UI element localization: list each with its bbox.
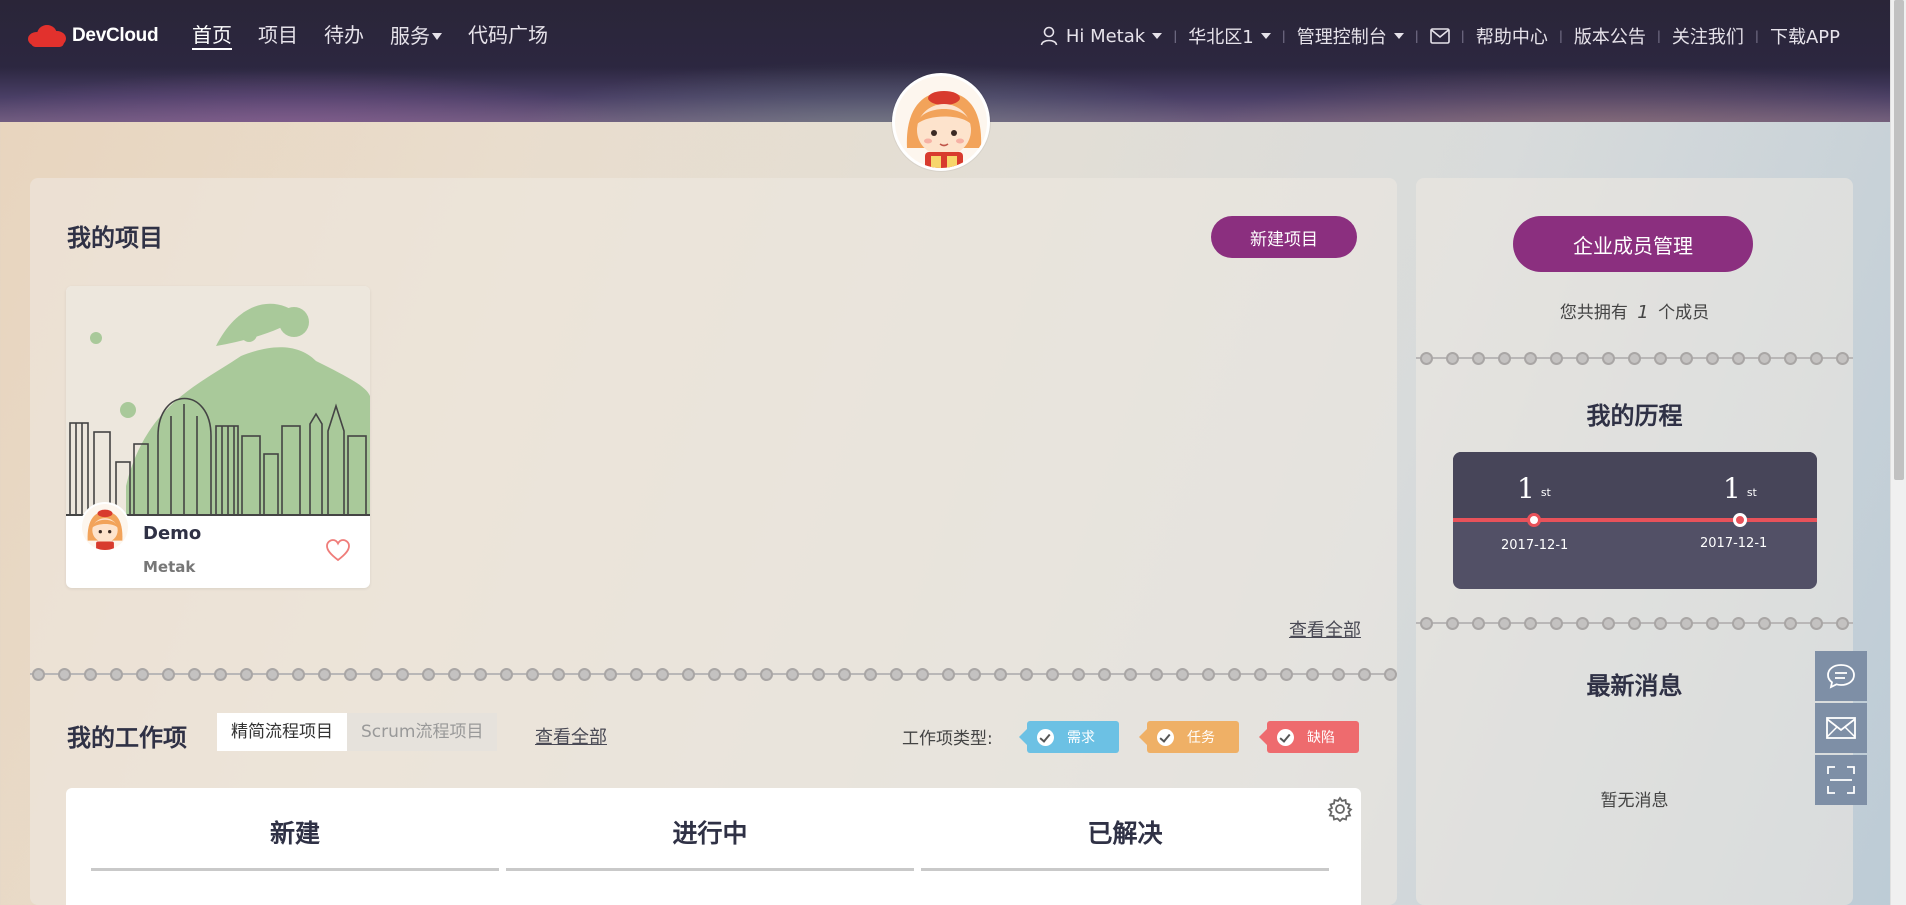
work-item-board: 新建 进行中 已解决: [66, 788, 1361, 905]
type-filter-label: 需求: [1067, 730, 1095, 746]
user-icon: [1040, 26, 1058, 46]
project-name[interactable]: Demo: [143, 523, 201, 544]
brand-name: DevCloud: [72, 25, 159, 46]
my-work-items-title: 我的工作项: [67, 724, 187, 752]
cartoon-girl-avatar-icon: [895, 76, 987, 168]
type-filter-task[interactable]: 任务: [1139, 721, 1239, 753]
chevron-down-icon: [1393, 33, 1404, 39]
mail-icon: [1826, 717, 1856, 739]
region-label: 华北区1: [1188, 27, 1254, 48]
feedback-mail-button[interactable]: [1815, 703, 1867, 753]
city-skyline-illustration-icon: [66, 286, 370, 516]
heart-icon[interactable]: [324, 536, 352, 564]
tab-simple-process[interactable]: 精简流程项目: [217, 713, 347, 751]
region-selector[interactable]: 华北区1: [1188, 23, 1271, 49]
type-filter-requirement[interactable]: 需求: [1019, 721, 1119, 753]
help-center-link[interactable]: 帮助中心: [1476, 23, 1548, 49]
chevron-down-icon: [1260, 33, 1271, 39]
project-avatar: [80, 502, 130, 552]
column-resolved: 已解决: [1087, 819, 1163, 848]
member-count-text: 您共拥有 1 个成员: [1559, 302, 1710, 323]
timeline-node[interactable]: [1527, 513, 1541, 527]
main-nav: 首页 项目 待办 服务 代码广场: [192, 22, 574, 50]
history-date: 2017-12-1: [1700, 536, 1768, 551]
user-nav: Hi Metak | 华北区1 | 管理控制台 | | 帮助中心 | 版本公告 …: [1040, 22, 1840, 50]
cloud-logo-icon: [28, 23, 66, 49]
nav-home[interactable]: 首页: [192, 22, 232, 50]
project-owner: Metak: [143, 558, 196, 576]
history-milestone: 1st: [1517, 472, 1551, 505]
no-messages-text: 暂无消息: [1600, 791, 1669, 811]
view-all-projects-link[interactable]: 查看全部: [1289, 616, 1361, 642]
nav-services-label: 服务: [390, 24, 430, 48]
scan-icon: [1827, 766, 1855, 794]
tab-scrum-process[interactable]: Scrum流程项目: [347, 713, 498, 751]
user-greeting: Hi Metak: [1065, 25, 1146, 47]
work-item-type-label: 工作项类型:: [902, 729, 993, 749]
my-projects-title: 我的项目: [67, 224, 163, 252]
view-all-workitems-link[interactable]: 查看全部: [535, 723, 607, 749]
my-history-title: 我的历程: [1586, 402, 1683, 430]
chat-button[interactable]: [1815, 651, 1867, 701]
history-timeline: 1st 2017-12-1 1st 2017-12-1: [1453, 452, 1817, 589]
download-app-link[interactable]: 下载APP: [1770, 23, 1840, 49]
devcloud-logo[interactable]: DevCloud: [28, 20, 159, 52]
divider: [1416, 615, 1853, 631]
history-date: 2017-12-1: [1501, 538, 1569, 553]
latest-messages-title: 最新消息: [1586, 672, 1683, 700]
chevron-down-icon: [1152, 33, 1163, 39]
scan-qr-button[interactable]: [1815, 755, 1867, 805]
timeline-node[interactable]: [1733, 513, 1747, 527]
chat-bubble-icon: [1827, 664, 1855, 689]
history-milestone: 1st: [1723, 472, 1757, 505]
divider: [1416, 350, 1853, 366]
type-filter-label: 缺陷: [1307, 730, 1335, 746]
nav-code-square[interactable]: 代码广场: [468, 22, 548, 50]
dashboard-main-panel: 我的项目 新建项目 Demo Metak 查看全部 我的工作项 精简流程项目 S…: [30, 178, 1397, 905]
mail-button[interactable]: [1429, 28, 1450, 44]
check-icon: [1277, 729, 1294, 746]
nav-todo[interactable]: 待办: [324, 22, 364, 50]
new-project-button[interactable]: 新建项目: [1211, 216, 1357, 258]
type-filter-label: 任务: [1187, 730, 1215, 746]
dashboard-side-panel: 企业成员管理 您共拥有 1 个成员 我的历程 1st 2017-12-1 1st…: [1416, 178, 1853, 905]
cartoon-girl-avatar-icon: [82, 504, 128, 550]
user-avatar[interactable]: [892, 73, 990, 171]
console-menu[interactable]: 管理控制台: [1297, 23, 1404, 49]
column-new: 新建: [269, 819, 320, 848]
scrollbar-thumb[interactable]: [1894, 0, 1904, 480]
user-menu[interactable]: Hi Metak: [1040, 25, 1163, 47]
chevron-down-icon: [432, 32, 442, 40]
nav-projects[interactable]: 项目: [258, 22, 298, 50]
check-icon: [1157, 729, 1174, 746]
nav-services[interactable]: 服务: [390, 22, 442, 50]
project-cover-image: [66, 286, 370, 516]
page-scrollbar[interactable]: [1890, 0, 1906, 905]
mail-icon: [1429, 28, 1450, 44]
release-notes-link[interactable]: 版本公告: [1574, 23, 1646, 49]
type-filter-defect[interactable]: 缺陷: [1259, 721, 1359, 753]
column-in-progress: 进行中: [672, 819, 748, 848]
project-card[interactable]: Demo Metak: [66, 286, 370, 588]
member-management-button[interactable]: 企业成员管理: [1513, 216, 1753, 272]
gear-icon[interactable]: [1327, 796, 1353, 822]
divider: [30, 666, 1397, 682]
console-label: 管理控制台: [1296, 27, 1387, 48]
work-item-tabs: 精简流程项目 Scrum流程项目: [217, 713, 498, 751]
follow-us-link[interactable]: 关注我们: [1672, 23, 1744, 49]
check-icon: [1037, 729, 1054, 746]
